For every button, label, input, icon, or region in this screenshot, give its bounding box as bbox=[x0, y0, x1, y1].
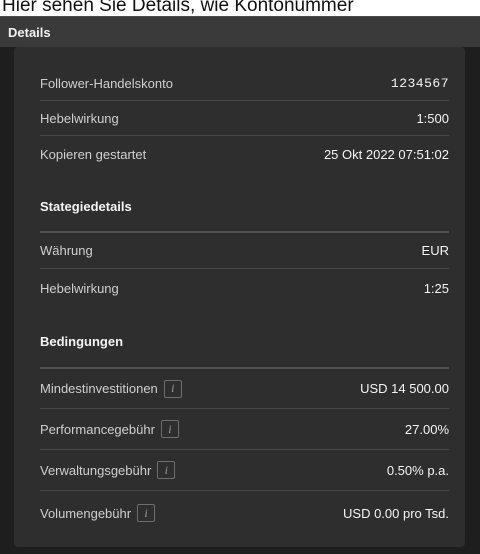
copy-started-value: 25 Okt 2022 07:51:02 bbox=[323, 147, 449, 162]
copy-started-row: Kopieren gestartet 25 Okt 2022 07:51:02 bbox=[40, 136, 449, 173]
info-icon[interactable]: i bbox=[160, 420, 179, 438]
min-investment-value: USD 14 500.00 bbox=[360, 381, 449, 396]
management-fee-value: 0.50% p.a. bbox=[386, 462, 449, 478]
volume-fee-row: Volumengebühr i USD 0.00 pro Tsd. bbox=[40, 491, 449, 535]
currency-row: Währung EUR bbox=[40, 233, 449, 269]
caption-text: Hier sehen Sie Details, wie Kontonummer bbox=[0, 0, 480, 16]
leverage-label: Hebelwirkung bbox=[40, 110, 119, 126]
strategy-leverage-value: 1:25 bbox=[423, 280, 449, 296]
min-investment-label: Mindestinvestitionen bbox=[40, 381, 158, 396]
performance-fee-label: Performancegebühr bbox=[40, 421, 155, 437]
performance-fee-value: 27.00% bbox=[404, 421, 449, 437]
currency-value: EUR bbox=[421, 243, 449, 258]
strategy-section-heading: Stategiedetails bbox=[40, 173, 449, 233]
volume-fee-value: USD 0.00 pro Tsd. bbox=[343, 505, 449, 521]
info-icon[interactable]: i bbox=[163, 379, 182, 398]
info-icon[interactable]: i bbox=[157, 461, 176, 479]
management-fee-label: Verwaltungsgebühr bbox=[40, 462, 152, 478]
leverage-value: 1:500 bbox=[416, 110, 449, 126]
strategy-leverage-label: Hebelwirkung bbox=[40, 280, 119, 296]
follower-account-row: Follower-Handelskonto 1234567 bbox=[40, 47, 449, 101]
follower-account-value: 1234567 bbox=[390, 76, 449, 91]
performance-fee-label-group: Performancegebühr i bbox=[40, 420, 179, 438]
management-fee-row: Verwaltungsgebühr i 0.50% p.a. bbox=[40, 450, 449, 491]
volume-fee-label: Volumengebühr bbox=[40, 505, 132, 521]
follower-account-label: Follower-Handelskonto bbox=[40, 76, 173, 91]
performance-fee-row: Performancegebühr i 27.00% bbox=[40, 409, 449, 450]
details-card: Follower-Handelskonto 1234567 Hebelwirku… bbox=[14, 47, 465, 547]
conditions-section-heading: Bedingungen bbox=[40, 307, 449, 369]
management-fee-label-group: Verwaltungsgebühr i bbox=[40, 461, 176, 479]
copy-started-label: Kopieren gestartet bbox=[40, 147, 147, 162]
min-investment-label-group: Mindestinvestitionen i bbox=[40, 379, 182, 398]
panel-title: Details bbox=[0, 16, 480, 47]
currency-label: Währung bbox=[40, 243, 93, 258]
details-panel: Follower-Handelskonto 1234567 Hebelwirku… bbox=[0, 47, 480, 554]
info-icon[interactable]: i bbox=[137, 504, 156, 522]
volume-fee-label-group: Volumengebühr i bbox=[40, 504, 156, 522]
leverage-row: Hebelwirkung 1:500 bbox=[40, 101, 449, 136]
min-investment-row: Mindestinvestitionen i USD 14 500.00 bbox=[40, 369, 449, 409]
strategy-leverage-row: Hebelwirkung 1:25 bbox=[40, 269, 449, 307]
